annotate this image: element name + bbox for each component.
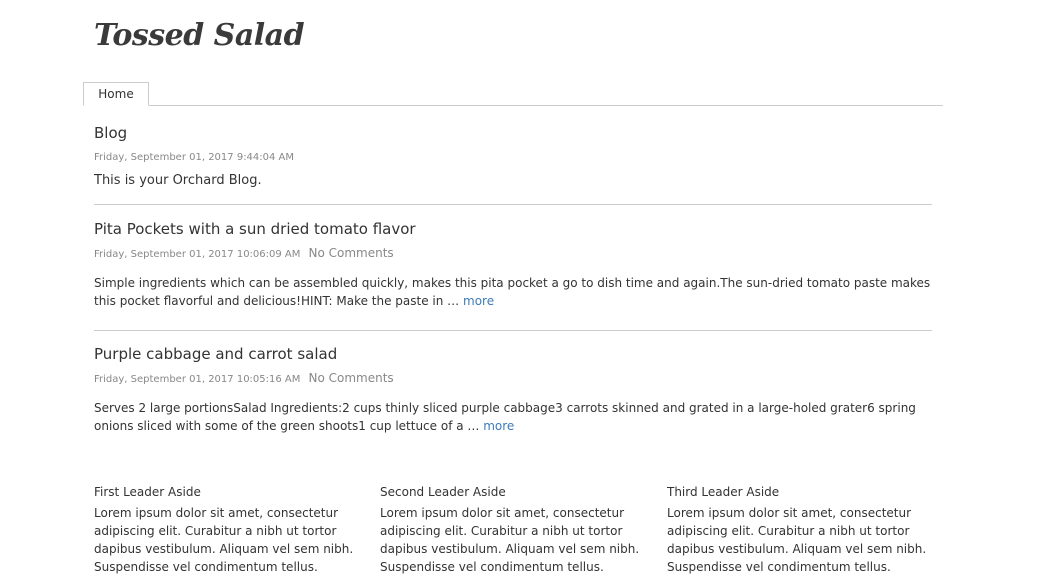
divider: [94, 330, 932, 331]
post-title[interactable]: Pita Pockets with a sun dried tomato fla…: [94, 220, 932, 238]
tab-home[interactable]: Home: [83, 82, 149, 106]
aside-body: Lorem ipsum dolor sit amet, consectetur …: [667, 506, 927, 574]
aside-body: Lorem ipsum dolor sit amet, consectetur …: [94, 506, 354, 574]
aside-title: Third Leader Aside: [667, 485, 780, 499]
post-meta: Friday, September 01, 2017 10:06:09 AM N…: [94, 244, 932, 263]
blog-title[interactable]: Blog: [94, 124, 932, 142]
aside-second: Second Leader Aside Lorem ipsum dolor si…: [380, 484, 646, 576]
aside-third: Third Leader Aside Lorem ipsum dolor sit…: [667, 484, 933, 576]
post-date: Friday, September 01, 2017 10:06:09 AM: [94, 249, 301, 260]
blog-description: This is your Orchard Blog.: [94, 173, 262, 188]
blog-header: Blog Friday, September 01, 2017 9:44:04 …: [94, 124, 932, 190]
post-meta: Friday, September 01, 2017 10:05:16 AM N…: [94, 369, 932, 388]
aside-title: First Leader Aside: [94, 485, 201, 499]
blog-meta: Friday, September 01, 2017 9:44:04 AM: [94, 145, 932, 164]
more-link[interactable]: more: [483, 419, 514, 433]
aside-first: First Leader Aside Lorem ipsum dolor sit…: [94, 484, 360, 576]
post-title[interactable]: Purple cabbage and carrot salad: [94, 345, 932, 363]
aside-body: Lorem ipsum dolor sit amet, consectetur …: [380, 506, 640, 574]
post-comments-count: No Comments: [308, 246, 394, 260]
blog-date: Friday, September 01, 2017 9:44:04 AM: [94, 152, 295, 163]
site-title[interactable]: Tossed Salad: [94, 18, 305, 53]
post-excerpt-text: Simple ingredients which can be assemble…: [94, 276, 931, 308]
post-item: Purple cabbage and carrot salad Friday, …: [94, 345, 932, 435]
more-link[interactable]: more: [463, 294, 494, 308]
divider: [94, 204, 932, 205]
post-comments-count: No Comments: [308, 371, 394, 385]
post-date: Friday, September 01, 2017 10:05:16 AM: [94, 374, 301, 385]
aside-title: Second Leader Aside: [380, 485, 506, 499]
main-nav: Home: [83, 82, 943, 106]
post-excerpt: Simple ingredients which can be assemble…: [94, 274, 932, 310]
post-excerpt: Serves 2 large portionsSalad Ingredients…: [94, 399, 932, 435]
post-item: Pita Pockets with a sun dried tomato fla…: [94, 220, 932, 310]
